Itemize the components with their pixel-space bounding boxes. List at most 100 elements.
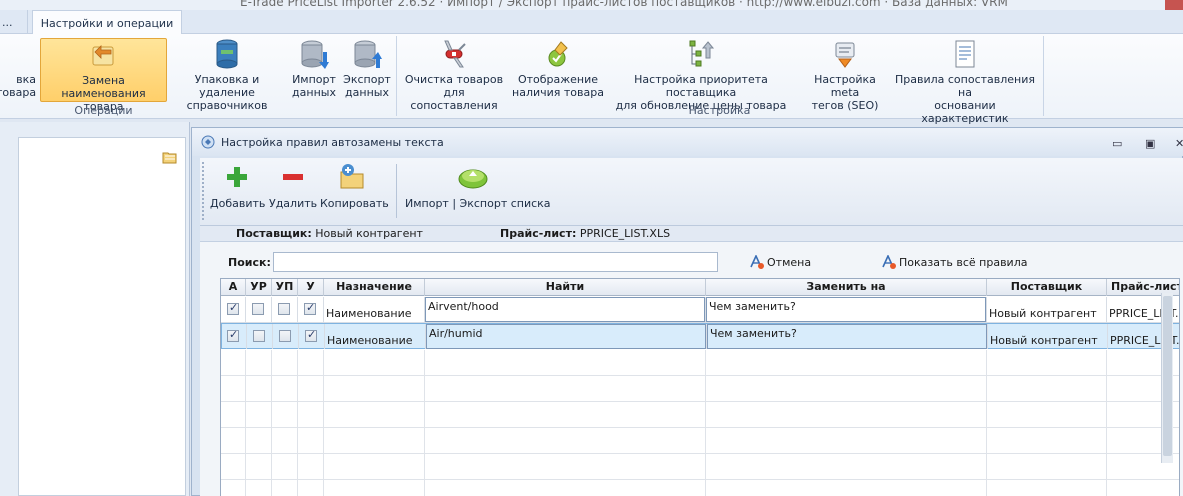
app-close-button[interactable]	[1165, 0, 1183, 10]
left-panel-list[interactable]	[18, 137, 186, 496]
delete-label: Удалить	[269, 197, 318, 210]
meta-tags-icon	[835, 42, 855, 68]
column-purpose[interactable]: Назначение	[324, 279, 425, 296]
app-title-bar: E-Trade PriceList Importer 2.6.52 · Импо…	[0, 0, 1183, 10]
matching-rules-button[interactable]: Правила сопоставления на основании харак…	[891, 38, 1039, 125]
checkbox-ur[interactable]	[253, 330, 265, 342]
empty-row	[221, 428, 1179, 454]
cell-replace[interactable]: Чем заменить?	[707, 324, 988, 349]
filter-show-icon	[882, 255, 896, 269]
show-all-rules-label: Показать всё правила	[899, 255, 1028, 269]
pencil-check-icon	[548, 41, 568, 67]
add-button[interactable]: Добавить	[210, 162, 265, 210]
database-export-icon	[354, 40, 382, 68]
cell-find[interactable]: Air/humid	[426, 324, 707, 349]
checkbox-up[interactable]	[279, 330, 291, 342]
supplier-info-value: Новый контрагент	[315, 227, 423, 240]
show-all-rules-button[interactable]: Показать всё правила	[882, 255, 1027, 269]
rename-arrow-icon	[92, 45, 113, 66]
toolbar-grip[interactable]	[202, 162, 205, 220]
checkbox-u[interactable]	[304, 301, 316, 315]
vertical-scrollbar[interactable]	[1161, 293, 1173, 463]
delete-button[interactable]: Удалить	[269, 162, 317, 210]
scrollbar-thumb[interactable]	[1163, 296, 1172, 456]
availability-button[interactable]: Отображение наличия товара	[512, 38, 604, 102]
empty-row	[221, 402, 1179, 428]
cell-a	[221, 297, 246, 322]
document-rules-icon	[955, 40, 975, 68]
column-a[interactable]: А	[221, 279, 246, 296]
group-separator	[1043, 36, 1044, 116]
packing-delete-label: Упаковка и удаление справочников	[186, 73, 268, 112]
ribbon-button-partial-label: вка товара	[0, 73, 37, 99]
column-up[interactable]: УП	[272, 279, 298, 296]
cell-replace[interactable]: Чем заменить?	[706, 297, 987, 322]
ribbon-button-partial[interactable]: вка товара	[0, 38, 38, 102]
dialog-toolbar: Добавить Удалить Копировать Импорт | Экс…	[200, 158, 1183, 226]
toolbar-separator	[396, 164, 397, 218]
table-row[interactable]: Наименование Airvent/hood Чем заменить? …	[221, 297, 1179, 323]
cell-u	[298, 297, 324, 322]
import-data-label: Импорт данных	[292, 73, 336, 99]
ribbon: вка товара Замена наименования товара Уп…	[0, 34, 1183, 125]
swiss-knife-icon	[444, 40, 466, 68]
cell-purpose[interactable]: Наименование	[324, 297, 425, 322]
cleanup-button[interactable]: Очистка товаров для сопоставления	[400, 38, 508, 112]
cell-purpose[interactable]: Наименование	[325, 324, 426, 349]
column-ur[interactable]: УР	[246, 279, 272, 296]
import-export-list-button[interactable]: Импорт | Экспорт списка	[405, 162, 551, 210]
checkbox-ur[interactable]	[252, 303, 264, 315]
import-data-button[interactable]: Импорт данных	[290, 38, 338, 102]
column-replace[interactable]: Заменить на	[706, 279, 987, 296]
close-button[interactable]: ✕	[1175, 137, 1183, 150]
dialog-title-bar: Настройка правил автозамены текста ▭ ▣ ✕	[192, 128, 1183, 156]
group-label-operations: Операции	[74, 104, 133, 117]
supplier-priority-button[interactable]: Настройка приоритета поставщика для обно…	[604, 38, 798, 112]
rename-product-button[interactable]: Замена наименования товара	[40, 38, 167, 113]
cell-supplier[interactable]: Новый контрагент	[988, 324, 1108, 349]
column-find[interactable]: Найти	[425, 279, 706, 296]
cell-supplier[interactable]: Новый контрагент	[987, 297, 1107, 322]
checkbox-a[interactable]	[227, 328, 239, 342]
cell-find[interactable]: Airvent/hood	[425, 297, 706, 322]
minimize-button[interactable]: ▭	[1112, 137, 1122, 150]
copy-folder-icon	[340, 164, 364, 189]
cell-u	[299, 324, 325, 349]
database-icon	[216, 39, 238, 69]
column-supplier[interactable]: Поставщик	[987, 279, 1107, 296]
app-title: E-Trade PriceList Importer 2.6.52 · Импо…	[240, 0, 1008, 9]
cell-up	[273, 324, 299, 349]
folder-icon[interactable]	[162, 150, 178, 164]
maximize-button[interactable]: ▣	[1145, 137, 1155, 150]
copy-button[interactable]: Копировать	[320, 162, 389, 210]
meta-tags-button[interactable]: Настройка meta тегов (SEO)	[800, 38, 890, 112]
left-pane	[0, 122, 190, 496]
export-data-button[interactable]: Экспорт данных	[341, 38, 393, 102]
grid-header: А УР УП У Назначение Найти Заменить на П…	[221, 279, 1179, 296]
search-label: Поиск:	[228, 256, 271, 269]
tab-previous[interactable]: ...	[0, 10, 28, 34]
export-data-label: Экспорт данных	[343, 73, 391, 99]
cell-up	[272, 297, 298, 322]
cell-ur	[246, 297, 272, 322]
empty-row	[221, 376, 1179, 402]
info-bar: Поставщик: Новый контрагент Прайс-лист: …	[200, 226, 1183, 242]
checkbox-up[interactable]	[278, 303, 290, 315]
supplier-info-label: Поставщик:	[236, 227, 312, 240]
column-u[interactable]: У	[298, 279, 324, 296]
cell-a	[222, 324, 247, 349]
import-export-label: Импорт | Экспорт списка	[405, 197, 551, 210]
search-input[interactable]	[273, 252, 718, 272]
empty-row	[221, 454, 1179, 480]
import-export-icon	[458, 169, 488, 189]
tab-settings-operations[interactable]: Настройки и операции	[32, 10, 182, 35]
checkbox-a[interactable]	[227, 301, 239, 315]
cancel-button[interactable]: Отмена	[750, 255, 811, 269]
packing-delete-button[interactable]: Упаковка и удаление справочников	[170, 38, 284, 112]
copy-label: Копировать	[320, 197, 389, 210]
tool-icon	[2, 38, 32, 70]
table-row-selected[interactable]: Наименование Air/humid Чем заменить? Нов…	[221, 323, 1179, 349]
checkbox-u[interactable]	[305, 328, 317, 342]
cell-ur	[247, 324, 273, 349]
empty-row	[221, 350, 1179, 376]
